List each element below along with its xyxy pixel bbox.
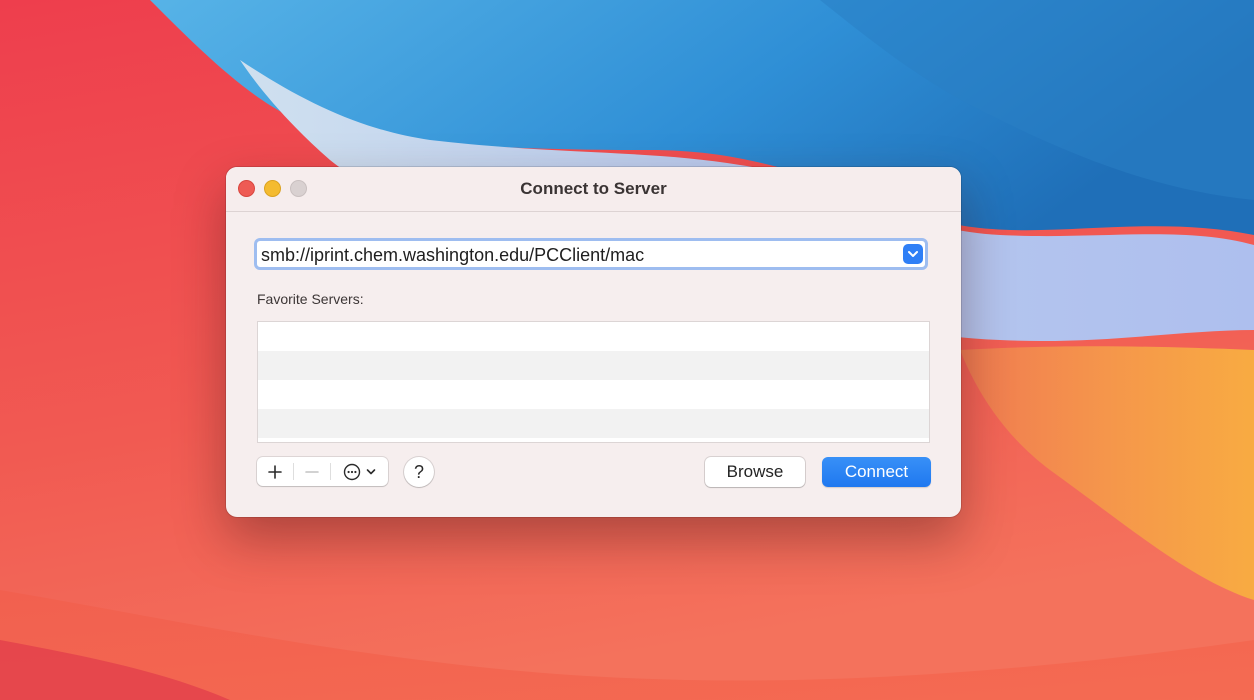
title-bar: Connect to Server bbox=[226, 167, 961, 212]
list-row bbox=[258, 409, 929, 438]
favorite-actions-menu-button[interactable] bbox=[331, 457, 387, 486]
window-title: Connect to Server bbox=[520, 179, 667, 198]
plus-icon bbox=[268, 464, 282, 479]
minus-icon bbox=[305, 470, 319, 473]
connect-button[interactable]: Connect bbox=[822, 457, 931, 487]
favorite-servers-list[interactable] bbox=[257, 321, 930, 443]
browse-button[interactable]: Browse bbox=[705, 457, 805, 487]
connect-to-server-window: Connect to Server Favorite Servers: bbox=[226, 167, 961, 517]
server-address-input[interactable] bbox=[261, 243, 881, 267]
address-history-dropdown-button[interactable] bbox=[903, 244, 923, 264]
chevron-down-icon bbox=[366, 468, 375, 474]
chevron-down-icon bbox=[908, 251, 918, 257]
list-row bbox=[258, 322, 929, 351]
ellipsis-circle-icon bbox=[343, 463, 360, 480]
help-button[interactable]: ? bbox=[404, 457, 434, 487]
favorites-segmented-control bbox=[257, 457, 388, 486]
list-row bbox=[258, 351, 929, 380]
remove-favorite-button[interactable] bbox=[294, 457, 330, 486]
desktop: Connect to Server Favorite Servers: bbox=[0, 0, 1254, 700]
server-address-combobox[interactable] bbox=[254, 238, 928, 270]
add-favorite-button[interactable] bbox=[257, 457, 293, 486]
list-row bbox=[258, 380, 929, 409]
favorite-servers-label: Favorite Servers: bbox=[257, 291, 364, 307]
list-row bbox=[258, 438, 929, 442]
